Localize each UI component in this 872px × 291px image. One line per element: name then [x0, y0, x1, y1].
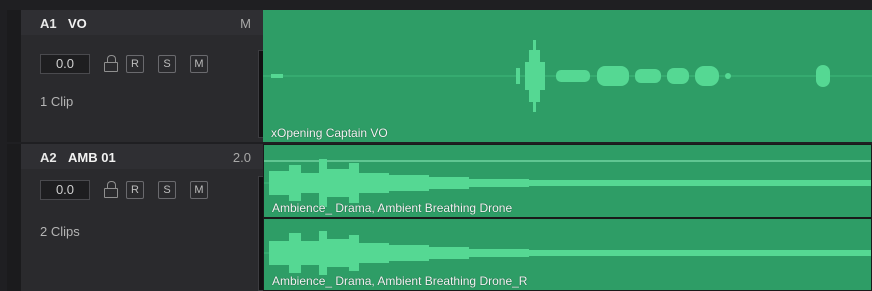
timeline-clip[interactable]: Ambience_ Drama, Ambient Breathing Drone… [263, 218, 872, 291]
clip-label: Ambience_ Drama, Ambient Breathing Drone [272, 201, 513, 215]
clip-label: xOpening Captain VO [271, 126, 388, 140]
channel-format: 2.0 [232, 150, 251, 165]
track-a2: A2 AMB 01 2.0 0.0 R S M 2 Clips Ambience… [0, 144, 872, 291]
channel-format: M [240, 16, 251, 31]
record-arm-button[interactable]: R [126, 181, 144, 199]
track-header-bar [21, 144, 263, 169]
solo-button[interactable]: S [158, 181, 176, 199]
clip-count: 1 Clip [40, 94, 74, 109]
track-name[interactable]: VO [68, 16, 87, 31]
solo-button[interactable]: S [158, 55, 176, 73]
lock-icon[interactable] [104, 55, 118, 72]
track-name[interactable]: AMB 01 [68, 150, 116, 165]
volume-field[interactable]: 0.0 [40, 180, 90, 200]
clip-count: 2 Clips [40, 224, 80, 239]
waveform [263, 40, 872, 112]
track-header-bar [21, 10, 263, 35]
timeline-clip[interactable]: xOpening Captain VO [263, 10, 872, 142]
track-header-a2[interactable]: A2 AMB 01 2.0 0.0 R S M 2 Clips [7, 144, 273, 291]
track-id: A1 [40, 16, 57, 31]
track-id: A2 [40, 150, 57, 165]
mute-button[interactable]: M [190, 181, 208, 199]
clip-label: Ambience_ Drama, Ambient Breathing Drone… [272, 274, 528, 288]
record-arm-button[interactable]: R [126, 55, 144, 73]
mute-button[interactable]: M [190, 55, 208, 73]
track-a1: A1 VO M 0.0 R S M 1 Clip xOpening Captai… [0, 10, 872, 142]
track-header-a1[interactable]: A1 VO M 0.0 R S M 1 Clip [7, 10, 273, 142]
volume-field[interactable]: 0.0 [40, 54, 90, 74]
timeline-clip[interactable]: Ambience_ Drama, Ambient Breathing Drone [263, 144, 872, 218]
lock-icon[interactable] [104, 181, 118, 198]
